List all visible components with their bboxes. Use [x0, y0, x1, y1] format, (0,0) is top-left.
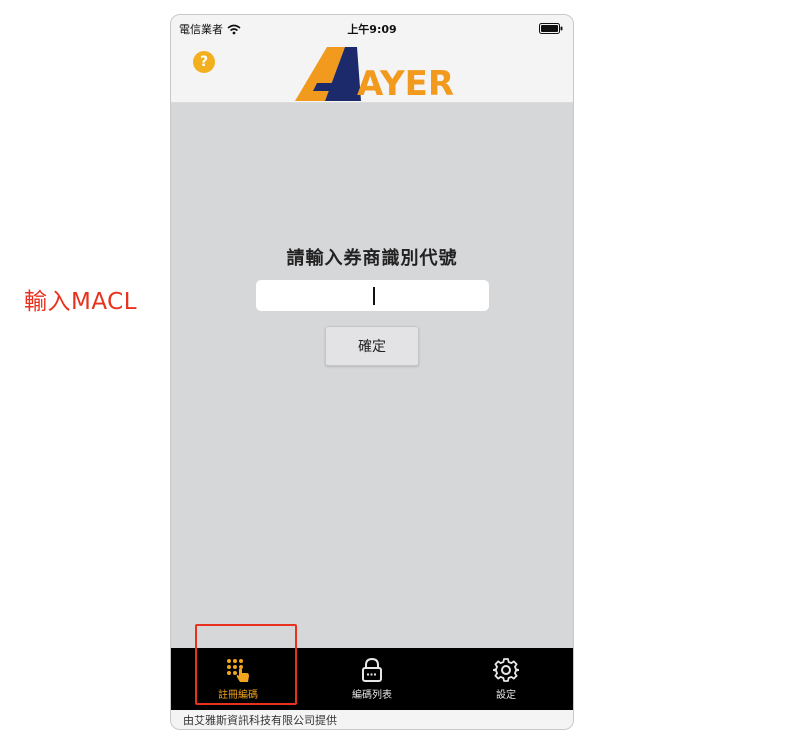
help-icon[interactable]: ? — [193, 51, 215, 73]
footer-credit: 由艾雅斯資訊科技有限公司提供 — [171, 710, 573, 729]
annotation-highlight-box — [195, 624, 297, 705]
prompt-title: 請輸入券商識別代號 — [286, 248, 458, 269]
main-content: 請輸入券商識別代號 確定 — [171, 104, 573, 648]
tab-code-list[interactable]: 編碼列表 — [305, 648, 439, 710]
status-time: 上午9:09 — [347, 23, 397, 36]
text-caret — [373, 287, 375, 305]
tab-settings[interactable]: 設定 — [439, 648, 573, 710]
annotation-label: 輸入MACL — [24, 289, 138, 315]
tab-label: 設定 — [496, 690, 516, 701]
gear-icon — [493, 658, 519, 682]
confirm-button[interactable]: 確定 — [325, 326, 419, 366]
logo-text: AYERS — [357, 64, 455, 103]
lock-list-icon — [362, 657, 382, 682]
phone-screen: 電信業者 上午9:09 ? AYERS 請輸入券商識別代號 確定 — [170, 14, 574, 730]
status-bar: 電信業者 上午9:09 — [171, 15, 573, 41]
tab-label: 編碼列表 — [352, 690, 392, 701]
battery-icon — [539, 23, 563, 34]
ayers-logo: AYERS — [295, 47, 455, 103]
